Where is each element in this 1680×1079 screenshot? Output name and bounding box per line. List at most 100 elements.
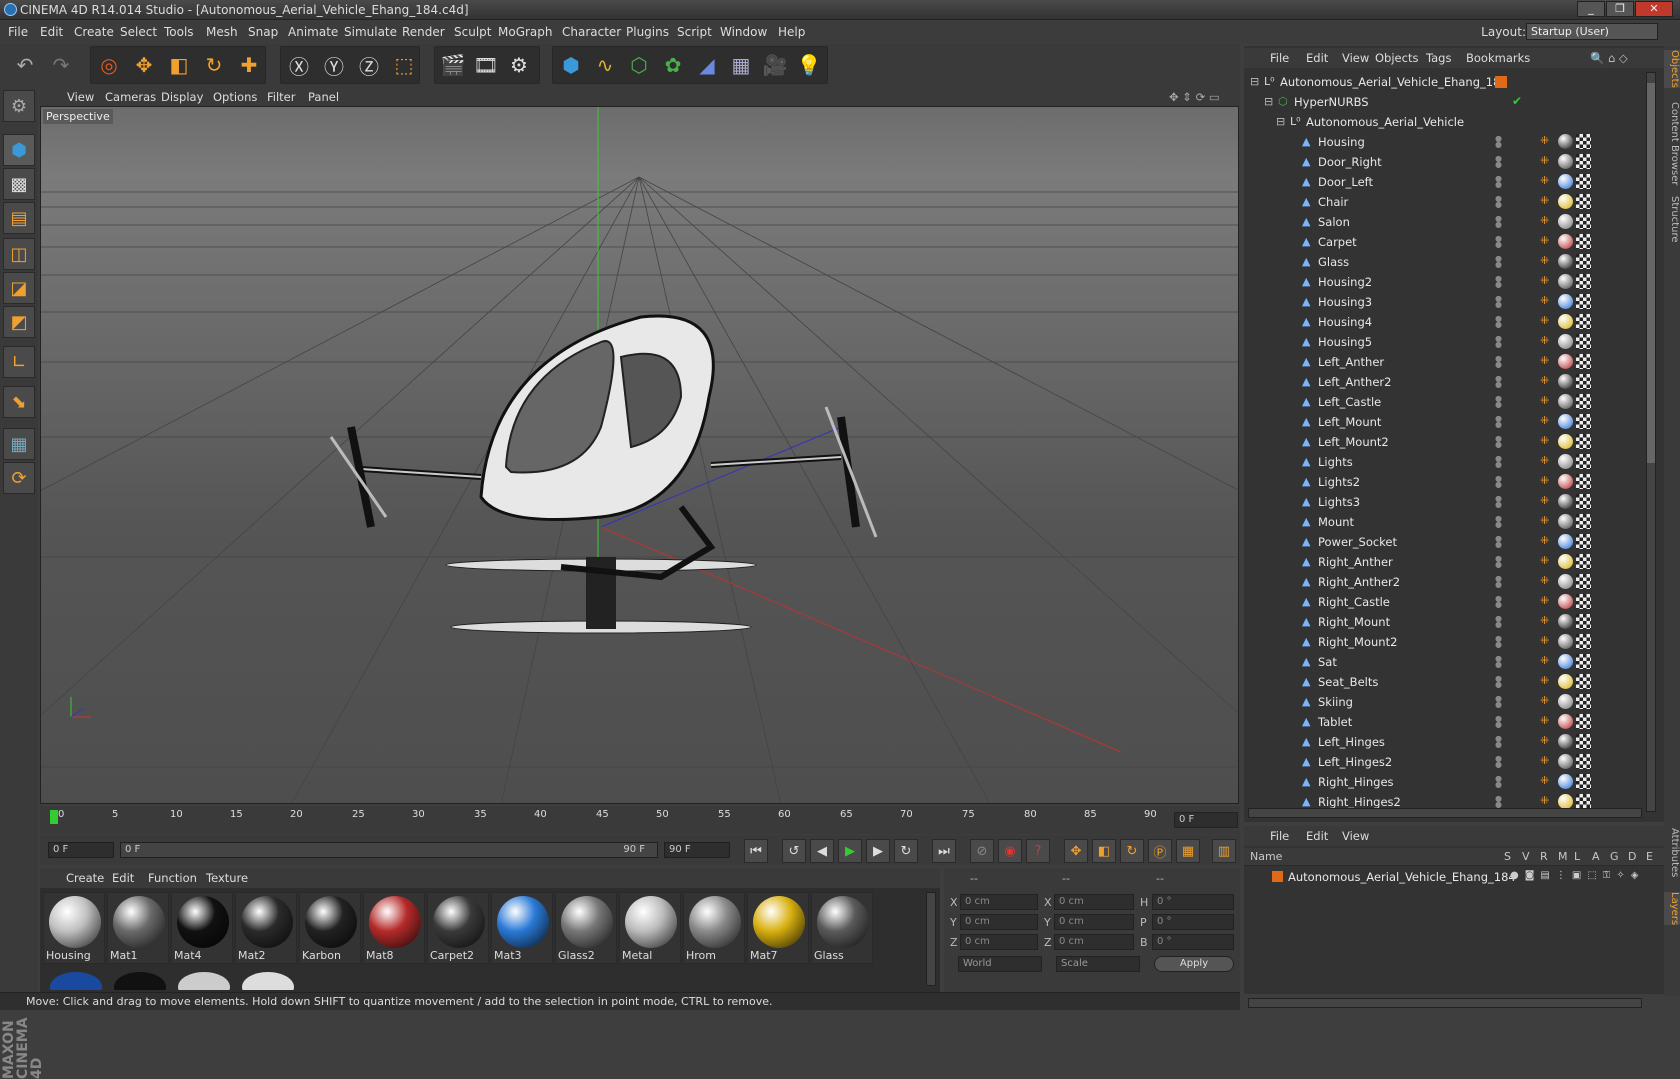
material-tag-icon[interactable] [1558, 354, 1573, 369]
material-tag-icon[interactable] [1558, 214, 1573, 229]
material-swatch[interactable]: Glass2 [555, 892, 617, 964]
visibility-dots[interactable]: ● ● [1495, 295, 1502, 309]
camera-icon[interactable]: 🎥 [758, 48, 792, 82]
layer-menu-edit[interactable]: Edit [1306, 829, 1328, 843]
object-row[interactable]: ▲ Left_Anther2 ● ● ⁜ [1250, 372, 1655, 392]
phong-tag-icon[interactable]: ⁜ [1540, 154, 1555, 169]
size-x-field[interactable]: 0 cm [1054, 894, 1134, 910]
viewport-menu-cameras[interactable]: Cameras [105, 90, 156, 104]
menu-simulate[interactable]: Simulate [344, 25, 397, 39]
keyframe-selection-icon[interactable]: ? [1026, 839, 1050, 863]
timeline-ruler[interactable]: 0 5 10 15 20 25 30 35 40 45 50 55 60 65 … [40, 806, 1240, 834]
menu-script[interactable]: Script [677, 25, 712, 39]
layer-row[interactable]: Autonomous_Aerial_Vehicle_Ehang_184 ●◙▤⋮… [1250, 868, 1655, 886]
visibility-dots[interactable]: ● ● [1495, 135, 1502, 149]
array-icon[interactable]: ✿ [656, 48, 690, 82]
uvw-tag-icon[interactable] [1576, 634, 1591, 649]
material-tag-icon[interactable] [1558, 394, 1573, 409]
visibility-dots[interactable]: ● ● [1495, 175, 1502, 189]
object-row[interactable]: ▲ Right_Anther ● ● ⁜ [1250, 552, 1655, 572]
phong-tag-icon[interactable]: ⁜ [1540, 174, 1555, 189]
phong-tag-icon[interactable]: ⁜ [1540, 574, 1555, 589]
rotation-p-field[interactable]: 0 ° [1152, 914, 1234, 930]
material-swatch[interactable]: Mat1 [107, 892, 169, 964]
object-row[interactable]: ▲ Left_Castle ● ● ⁜ [1250, 392, 1655, 412]
layer-hscrollbar[interactable] [1248, 998, 1642, 1008]
visibility-dots[interactable]: ● ● [1495, 655, 1502, 669]
object-menu-view[interactable]: View [1342, 51, 1369, 65]
phong-tag-icon[interactable]: ⁜ [1540, 454, 1555, 469]
menu-tools[interactable]: Tools [164, 25, 194, 39]
uvw-tag-icon[interactable] [1576, 654, 1591, 669]
material-tag-icon[interactable] [1558, 514, 1573, 529]
uvw-tag-icon[interactable] [1576, 534, 1591, 549]
material-tag-icon[interactable] [1558, 234, 1573, 249]
snap-icon[interactable]: ▦ [3, 428, 35, 460]
uvw-tag-icon[interactable] [1576, 714, 1591, 729]
material-swatch[interactable]: Glass [811, 892, 873, 964]
end-frame-field[interactable]: 90 F [664, 842, 730, 858]
material-tag-icon[interactable] [1558, 454, 1573, 469]
rotate-icon[interactable]: ↻ [197, 48, 231, 82]
material-preview[interactable] [50, 972, 102, 990]
key-pla-icon[interactable]: ▦ [1176, 839, 1200, 863]
visibility-dots[interactable]: ● ● [1495, 595, 1502, 609]
phong-tag-icon[interactable]: ⁜ [1540, 374, 1555, 389]
previous-frame-icon[interactable]: ◀ [810, 839, 834, 863]
phong-tag-icon[interactable]: ⁜ [1540, 694, 1555, 709]
layer-toggle-icons[interactable]: ●◙▤⋮▣⬚⚿✧◈ [1510, 870, 1644, 881]
uvw-tag-icon[interactable] [1576, 414, 1591, 429]
soft-selection-icon[interactable]: ⟳ [3, 462, 35, 494]
object-row[interactable]: ▲ Housing4 ● ● ⁜ [1250, 312, 1655, 332]
size-mode-select[interactable]: Scale [1056, 956, 1140, 972]
object-row[interactable]: ▲ Right_Mount ● ● ⁜ [1250, 612, 1655, 632]
key-parameter-icon[interactable]: Ⓟ [1148, 839, 1172, 863]
material-tag-icon[interactable] [1558, 734, 1573, 749]
material-tag-icon[interactable] [1558, 614, 1573, 629]
visibility-dots[interactable]: ● ● [1495, 455, 1502, 469]
phong-tag-icon[interactable]: ⁜ [1540, 674, 1555, 689]
preview-range-slider[interactable]: 0 F 90 F [120, 842, 658, 858]
phong-tag-icon[interactable]: ⁜ [1540, 414, 1555, 429]
coordinate-system-icon[interactable]: ⬚ [387, 48, 421, 82]
phong-tag-icon[interactable]: ⁜ [1540, 494, 1555, 509]
edges-mode-icon[interactable]: ◪ [3, 272, 35, 304]
uvw-tag-icon[interactable] [1576, 174, 1591, 189]
material-tag-icon[interactable] [1558, 594, 1573, 609]
previous-key-icon[interactable]: ↺ [782, 839, 806, 863]
viewport-menu-options[interactable]: Options [213, 90, 257, 104]
viewport-menu-filter[interactable]: Filter [267, 90, 295, 104]
menu-mesh[interactable]: Mesh [206, 25, 238, 39]
object-row[interactable]: ▲ Lights2 ● ● ⁜ [1250, 472, 1655, 492]
texture-mode-icon[interactable]: ▩ [3, 168, 35, 200]
material-swatch[interactable]: Housing [43, 892, 105, 964]
menu-character[interactable]: Character [562, 25, 621, 39]
material-tag-icon[interactable] [1558, 534, 1573, 549]
object-row[interactable]: ▲ Door_Left ● ● ⁜ [1250, 172, 1655, 192]
material-tag-icon[interactable] [1558, 634, 1573, 649]
tab-content-browser[interactable]: Content Browser [1664, 102, 1680, 185]
object-menu-bookmarks[interactable]: Bookmarks [1466, 51, 1530, 65]
material-scrollbar[interactable] [926, 892, 936, 986]
uvw-tag-icon[interactable] [1576, 354, 1591, 369]
viewport-menu-panel[interactable]: Panel [308, 90, 339, 104]
phong-tag-icon[interactable]: ⁜ [1540, 634, 1555, 649]
material-swatch[interactable]: Mat4 [171, 892, 233, 964]
apply-button[interactable]: Apply [1154, 956, 1234, 972]
object-row[interactable]: ▲ Lights3 ● ● ⁜ [1250, 492, 1655, 512]
phong-tag-icon[interactable]: ⁜ [1540, 734, 1555, 749]
rotation-h-field[interactable]: 0 ° [1152, 894, 1234, 910]
key-scale-icon[interactable]: ◧ [1092, 839, 1116, 863]
phong-tag-icon[interactable]: ⁜ [1540, 594, 1555, 609]
material-tag-icon[interactable] [1558, 254, 1573, 269]
material-tag-icon[interactable] [1558, 374, 1573, 389]
object-row-group[interactable]: ⊟ L⁰ Autonomous_Aerial_Vehicle [1250, 112, 1655, 132]
object-row[interactable]: ▲ Left_Hinges2 ● ● ⁜ [1250, 752, 1655, 772]
visibility-dots[interactable]: ● ● [1495, 515, 1502, 529]
object-row-root[interactable]: ⊟ L⁰ Autonomous_Aerial_Vehicle_Ehang_184 [1250, 72, 1655, 92]
menu-window[interactable]: Window [720, 25, 767, 39]
material-tag-icon[interactable] [1558, 414, 1573, 429]
object-row[interactable]: ▲ Salon ● ● ⁜ [1250, 212, 1655, 232]
phong-tag-icon[interactable]: ⁜ [1540, 474, 1555, 489]
object-row[interactable]: ▲ Right_Mount2 ● ● ⁜ [1250, 632, 1655, 652]
